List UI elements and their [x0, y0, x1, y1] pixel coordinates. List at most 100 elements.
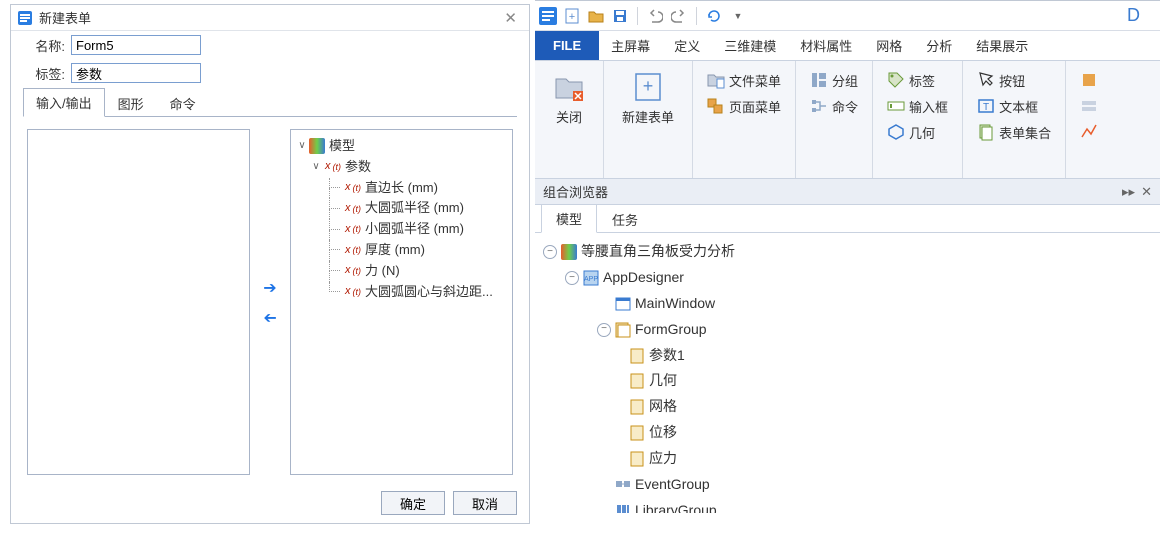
box-icon: [1080, 71, 1098, 89]
textbox-button[interactable]: T文本框: [973, 93, 1055, 119]
close-panel-icon[interactable]: ✕: [1141, 184, 1152, 200]
left-panel[interactable]: [27, 129, 250, 475]
menu-analyze[interactable]: 分析: [914, 31, 964, 60]
tree-librarygroup[interactable]: LibraryGroup: [539, 498, 1156, 513]
svg-text:+: +: [643, 76, 654, 96]
tree-form-item[interactable]: 几何: [539, 368, 1156, 394]
tab-command[interactable]: 命令: [157, 89, 209, 117]
move-right-button[interactable]: ➔: [258, 278, 282, 296]
extra-button-3[interactable]: [1076, 119, 1102, 145]
collapse-icon[interactable]: −: [565, 271, 579, 285]
redo-icon[interactable]: [670, 7, 688, 25]
tree-form-item[interactable]: 应力: [539, 446, 1156, 472]
chevron-down-icon[interactable]: ∨: [309, 159, 323, 175]
browser-tab-task[interactable]: 任务: [597, 205, 653, 233]
tree-param-node[interactable]: ∨ x(t) 参数: [295, 157, 508, 178]
tree-item[interactable]: x(t)直边长 (mm): [295, 178, 508, 199]
menu-material[interactable]: 材料属性: [788, 31, 864, 60]
open-folder-icon[interactable]: [587, 7, 605, 25]
textbox-icon: T: [977, 97, 995, 115]
new-file-icon[interactable]: +: [563, 7, 581, 25]
dialog-title: 新建表单: [39, 8, 91, 27]
ok-button[interactable]: 确定: [381, 491, 445, 515]
refresh-icon[interactable]: [705, 7, 723, 25]
formset-button[interactable]: 表单集合: [973, 119, 1055, 145]
tab-io[interactable]: 输入/输出: [23, 88, 105, 117]
cancel-button[interactable]: 取消: [453, 491, 517, 515]
right-panel[interactable]: ∨ 模型 ∨ x(t) 参数 x(t)直边长 (mm) x(t)大圆弧半径 (m…: [290, 129, 513, 475]
tree-appdesigner[interactable]: −APPAppDesigner: [539, 265, 1156, 291]
menu-home[interactable]: 主屏幕: [599, 31, 662, 60]
svg-text:+: +: [569, 11, 575, 23]
save-icon[interactable]: [611, 7, 629, 25]
form-page-icon: [629, 348, 645, 364]
tag-input[interactable]: [71, 63, 201, 83]
label-button[interactable]: 标签: [883, 67, 952, 93]
button-button[interactable]: 按钮: [973, 67, 1055, 93]
browser-tabs: 模型 任务: [535, 205, 1160, 233]
event-icon: [615, 477, 631, 493]
new-form-button[interactable]: + 新建表单: [614, 67, 682, 130]
ribbon-group-close: 关闭: [535, 61, 604, 178]
close-label: 关闭: [556, 107, 582, 126]
close-button[interactable]: 关闭: [545, 67, 593, 130]
move-left-button[interactable]: ➔: [258, 308, 282, 326]
geometry-icon: [887, 123, 905, 141]
tree-root-item[interactable]: −等腰直角三角板受力分析: [539, 239, 1156, 265]
close-folder-icon: [553, 71, 585, 103]
group-button[interactable]: 分组: [806, 67, 862, 93]
tree-item[interactable]: x(t)力 (N): [295, 261, 508, 282]
formset-icon: [977, 123, 995, 141]
dropdown-icon[interactable]: ▼: [729, 7, 747, 25]
tree-item[interactable]: x(t)大圆弧圆心与斜边距...: [295, 282, 508, 303]
command-button[interactable]: 命令: [806, 93, 862, 119]
window-icon: [615, 296, 631, 312]
tree-param-label: 参数: [345, 157, 371, 178]
tab-graphic[interactable]: 图形: [105, 89, 157, 117]
page-menu-icon: [707, 97, 725, 115]
page-menu-button[interactable]: 页面菜单: [703, 93, 785, 119]
tree-mainwindow[interactable]: MainWindow: [539, 291, 1156, 317]
chart-icon: [1080, 123, 1098, 141]
menu-mesh[interactable]: 网格: [864, 31, 914, 60]
tree-form-item[interactable]: 位移: [539, 420, 1156, 446]
formgroup-icon: [615, 322, 631, 338]
tree-item[interactable]: x(t)大圆弧半径 (mm): [295, 198, 508, 219]
tree-form-item[interactable]: 参数1: [539, 343, 1156, 369]
collapse-icon[interactable]: −: [597, 323, 611, 337]
stack-icon: [1080, 97, 1098, 115]
browser-tab-model[interactable]: 模型: [541, 204, 597, 233]
name-input[interactable]: [71, 35, 201, 55]
app-logo-icon[interactable]: [539, 7, 557, 25]
collapse-icon[interactable]: −: [543, 245, 557, 259]
ribbon-group-extra: [1066, 61, 1112, 178]
command-icon: [810, 97, 828, 115]
geometry-button[interactable]: 几何: [883, 119, 952, 145]
menu-3dmodel[interactable]: 三维建模: [712, 31, 788, 60]
chevron-down-icon[interactable]: ∨: [295, 138, 309, 154]
close-icon[interactable]: ✕: [498, 9, 523, 27]
ribbon-group-menus: 文件菜单 页面菜单: [693, 61, 796, 178]
app-icon: APP: [583, 270, 599, 286]
tree-item[interactable]: x(t)小圆弧半径 (mm): [295, 219, 508, 240]
cursor-icon: [977, 71, 995, 89]
tree-form-item[interactable]: 网格: [539, 394, 1156, 420]
extra-button-2[interactable]: [1076, 93, 1102, 119]
tree-item[interactable]: x(t)厚度 (mm): [295, 240, 508, 261]
menu-results[interactable]: 结果展示: [964, 31, 1040, 60]
undo-icon[interactable]: [646, 7, 664, 25]
pin-icon[interactable]: ▸▸: [1122, 184, 1135, 200]
tree-root[interactable]: ∨ 模型: [295, 136, 508, 157]
form-page-icon: [629, 451, 645, 467]
menu-define[interactable]: 定义: [662, 31, 712, 60]
tree-formgroup[interactable]: −FormGroup: [539, 317, 1156, 343]
main-window: + ▼ D FILE 主屏幕 定义 三维建模 材料属性 网格 分析 结果展示 关…: [535, 0, 1160, 540]
tree-eventgroup[interactable]: EventGroup: [539, 472, 1156, 498]
extra-button-1[interactable]: [1076, 67, 1102, 93]
input-button[interactable]: 输入框: [883, 93, 952, 119]
dialog-body: ➔ ➔ ∨ 模型 ∨ x(t) 参数 x(t)直边长 (mm) x(t)大圆弧半…: [11, 117, 529, 487]
file-menu-icon: [707, 71, 725, 89]
file-menu-button[interactable]: 文件菜单: [703, 67, 785, 93]
menu-file[interactable]: FILE: [535, 31, 599, 60]
form-page-icon: [629, 425, 645, 441]
